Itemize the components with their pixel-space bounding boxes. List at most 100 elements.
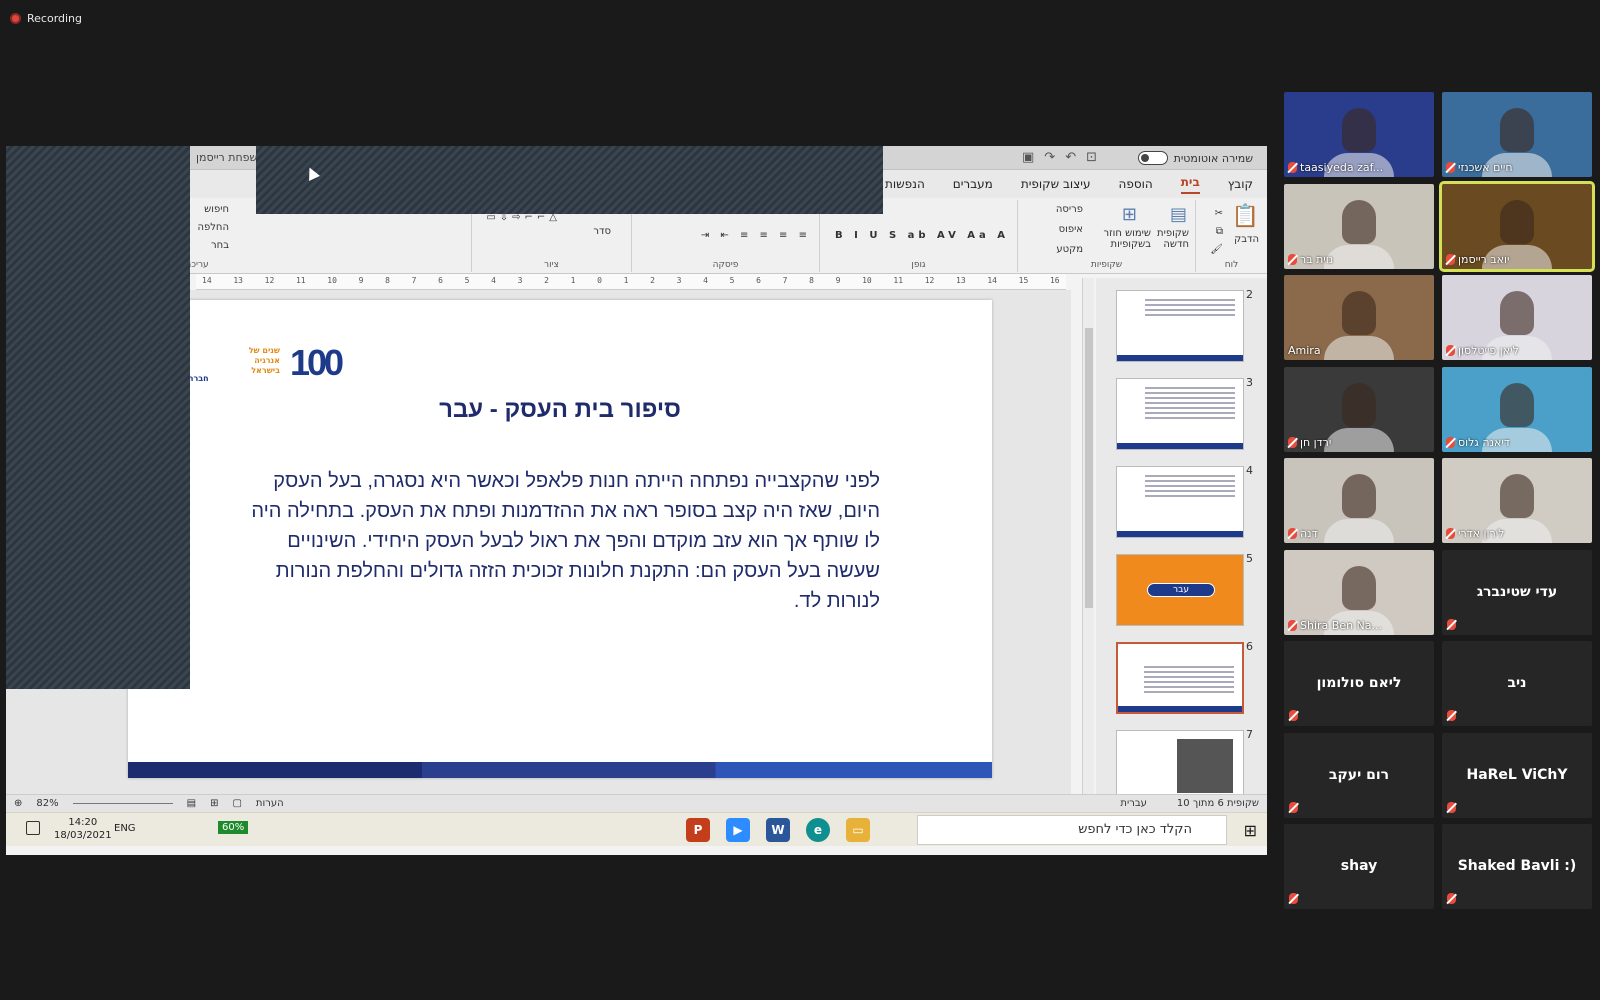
tab-transitions[interactable]: מעברים [953,177,993,191]
thumbnail-slide-2[interactable] [1116,290,1244,362]
layout-button[interactable]: פריסה [1056,204,1083,215]
tab-home[interactable]: בית [1180,175,1200,194]
present-icon[interactable]: ⊡ [1086,150,1097,165]
new-slide-button[interactable]: שקופית חדשה [1153,228,1189,250]
current-slide[interactable]: 100 שנים של אנרגיה בישראל חברת סיפור בית… [128,300,992,778]
edge-app-icon[interactable]: e [806,818,830,842]
word-app-icon[interactable]: W [766,818,790,842]
tab-design[interactable]: עיצוב שקופית [1021,177,1091,191]
muted-mic-icon [1289,710,1298,721]
autosave-toggle[interactable] [1137,151,1168,165]
paragraph-align-icons[interactable]: ≡ ≡ ≡ ≡ ⇤ ⇥ [701,230,811,241]
muted-mic-icon [1446,345,1455,356]
battery-indicator[interactable]: 60% [218,821,249,834]
notes-button[interactable]: הערות [256,798,284,809]
participant-tile[interactable]: Shira Ben Na... [1284,549,1434,635]
zoom-app-icon[interactable]: ▶ [726,818,750,842]
reset-button[interactable]: איפוס [1059,224,1083,235]
participant-video [1324,336,1394,360]
thumbnail-number: 4 [1246,464,1253,477]
participant-video [1500,199,1534,244]
participant-tile[interactable]: לירון אדרי [1442,458,1592,543]
participant-name-text: Amira [1288,344,1321,357]
thumbnail-slide-3[interactable] [1116,378,1244,450]
tab-insert[interactable]: הוספה [1119,177,1153,191]
paste-icon[interactable]: 📋 [1232,204,1259,229]
slide-body[interactable]: לפני שהקצבייה נפתחה הייתה חנות פלאפל וכא… [240,466,880,616]
reading-view-icon[interactable]: ▢ [232,798,241,809]
zoom-level[interactable]: 82% [36,798,58,809]
participant-tile[interactable]: shay [1284,824,1434,909]
input-language[interactable]: ENG [114,823,136,834]
logo-100: 100 [290,342,344,383]
record-icon [10,13,21,24]
taskbar-apps: P ▶ W e ▭ [686,818,870,842]
font-format-icons[interactable]: B I U S ab AV Aa A [835,230,1009,241]
slide-title[interactable]: סיפור בית העסק - עבר [128,396,992,424]
participant-tile[interactable]: taasiyeda zaf... [1284,92,1434,177]
participant-tile[interactable]: עדי שטינברג [1442,549,1592,635]
participant-video [1500,291,1534,335]
windows-taskbar: 14:20 18/03/2021 ENG 60% P ▶ W e ▭ הקלד … [6,812,1267,846]
paste-button[interactable]: הדבק [1234,234,1259,245]
section-button[interactable]: מקטע [1056,244,1083,255]
normal-view-icon[interactable]: ▤ [187,798,196,809]
participant-tile[interactable]: חיים אשכנזי [1442,92,1592,177]
thumbnail-slide-7[interactable] [1116,730,1244,794]
participant-name-text: לירון אדרי [1458,527,1505,540]
thumbnail-slide-6[interactable] [1116,642,1244,714]
participant-tile[interactable]: דנה [1284,458,1434,543]
replace-button[interactable]: החלפה [197,222,229,233]
language-status[interactable]: עברית [1120,798,1147,809]
fit-icon[interactable]: ⊕ [14,798,22,809]
participant-tile[interactable]: נוית בר [1284,183,1434,269]
cut-icon[interactable]: ✂ [1215,208,1223,219]
participant-tile[interactable]: יואב רייסמן [1439,180,1595,272]
participant-name: רום יעקב [1328,766,1390,783]
participant-name: חיים אשכנזי [1446,161,1513,174]
participant-name: ליאן פייטלסון [1446,344,1519,357]
participant-name: דנה [1288,527,1318,540]
file-explorer-icon[interactable]: ▭ [846,818,870,842]
action-center-icon[interactable] [26,821,40,835]
muted-mic-icon [1446,253,1455,265]
participant-tile[interactable]: ליאם סולומון [1284,641,1434,726]
participant-name: HaReL ViChY [1466,766,1568,783]
participant-video [1324,427,1394,452]
format-painter-icon[interactable]: 🖌 [1210,244,1223,255]
participant-tile[interactable]: Shaked Bavli :) [1442,824,1592,909]
new-slide-icon[interactable]: ▤ [1170,204,1187,225]
reuse-slides-button[interactable]: שימוש חוזר בשקופיות [1087,228,1151,250]
scrollbar-thumb[interactable] [1085,328,1093,608]
participant-tile[interactable]: ירדן חן [1284,366,1434,452]
thumbnail-slide-4[interactable] [1116,466,1244,538]
sorter-view-icon[interactable]: ⊞ [210,798,218,809]
zoom-slider[interactable] [72,803,173,804]
thumbnail-slide-5[interactable]: עבר [1116,554,1244,626]
clock[interactable]: 14:20 18/03/2021 [54,816,112,842]
participant-tile[interactable]: Amira [1284,275,1434,360]
participant-tile[interactable]: רום יעקב [1284,732,1434,818]
select-button[interactable]: בחר [211,240,229,251]
save-icon[interactable]: ▣ [1022,150,1034,165]
reuse-slides-icon[interactable]: ⊞ [1122,204,1137,225]
find-button[interactable]: חיפוש [204,204,229,215]
windows-start-icon[interactable]: ⊞ [1244,821,1257,840]
copy-icon[interactable]: ⧉ [1216,226,1223,237]
participant-tile[interactable]: ליאן פייטלסון [1442,275,1592,360]
participant-tile[interactable]: דיאנה גלוס [1442,366,1592,452]
undo-icon[interactable]: ↶ [1065,150,1076,165]
slide-scrollbar[interactable] [1082,278,1094,794]
autosave[interactable]: שמירה אוטומטית [1137,151,1253,165]
participant-video [1324,519,1394,543]
tab-animations[interactable]: הנפשות [885,177,925,191]
redo-icon[interactable]: ↷ [1044,150,1055,165]
participant-tile[interactable]: HaReL ViChY [1442,732,1592,818]
tab-file[interactable]: קובץ [1228,177,1253,191]
powerpoint-app-icon[interactable]: P [686,818,710,842]
document-name: משפחת רייסמן [196,151,265,164]
clock-time: 14:20 [68,817,98,828]
taskbar-search[interactable]: הקלד כאן כדי לחפש [917,815,1227,845]
participant-tile[interactable]: ניב [1442,641,1592,726]
arrange-button[interactable]: סדר [593,226,611,237]
